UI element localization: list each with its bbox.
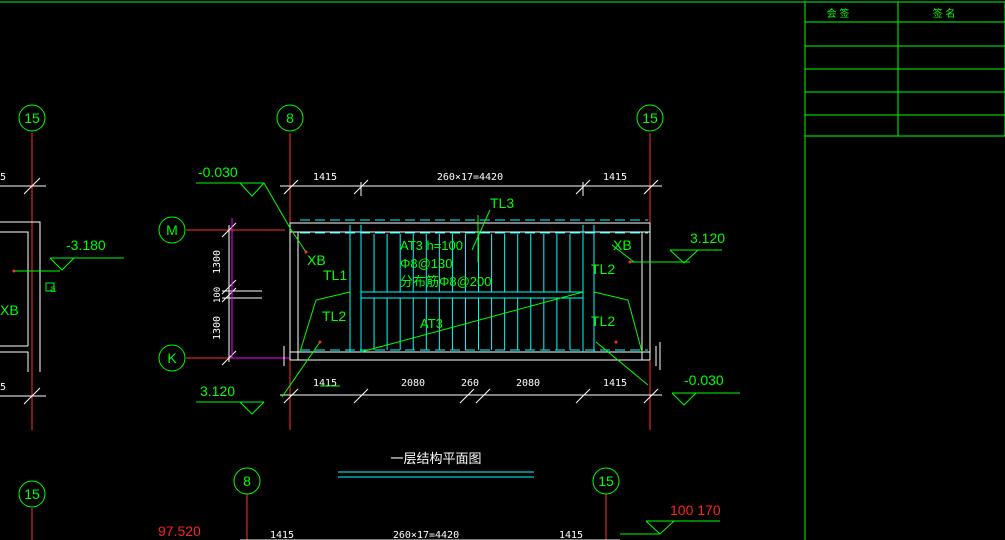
cad-drawing-canvas[interactable]: 会 签 签 名 15 8 15 M K 15 8 15 -3.180 a XB … (0, 0, 1005, 540)
left-partial-dim-bottom: 5 (0, 382, 6, 393)
title-block (804, 1, 1005, 137)
level-bottom-left-text: 3.120 (200, 383, 235, 399)
label-tl2-left[interactable]: TL2 (322, 308, 346, 324)
bottom-dim-2: 2080 (401, 378, 425, 389)
left-partial-dim-top: 5 (0, 172, 6, 183)
left-dim-3: 1300 (212, 316, 223, 340)
label-at3-diag[interactable]: AT3 (420, 316, 443, 331)
top-dim-3: 1415 (603, 172, 627, 183)
label-xb-left[interactable]: XB (307, 252, 326, 268)
left-partial-xb: XB (0, 302, 19, 318)
grid-bubble-row-m[interactable]: M (158, 216, 186, 244)
red-level-text-left: 97.520 (158, 523, 201, 539)
level-marker-bottom-right (671, 392, 740, 406)
grid-bubble-bottom-15[interactable]: 15 (592, 467, 620, 495)
label-tl3[interactable]: TL3 (490, 195, 514, 211)
grid-bubble-row-k[interactable]: K (158, 344, 186, 372)
title-block-header-countersign: 会 签 (827, 7, 850, 20)
level-right-text: 3.120 (690, 230, 725, 246)
drawing-border (0, 1, 1005, 540)
label-rebar-2: 分布筋Φ8@200 (400, 274, 492, 289)
left-level-text: -3.180 (66, 237, 106, 253)
drawing-title-underline (338, 471, 534, 478)
left-vertical-dimension (221, 222, 262, 366)
label-xb-right[interactable]: XB (613, 237, 632, 253)
svg-text:15: 15 (598, 473, 614, 489)
grid-bubble-top-15[interactable]: 15 (636, 104, 664, 132)
left-level-marker (14, 257, 124, 272)
lower-dim-3: 1415 (559, 530, 583, 540)
magenta-wall (231, 218, 290, 359)
grid-bubble-bottom-left[interactable]: 15 (18, 480, 46, 508)
left-dim-1: 1300 (212, 250, 223, 274)
svg-text:8: 8 (286, 110, 294, 126)
lower-level-marker (620, 520, 720, 535)
lower-dim-2: 260×17=4420 (393, 530, 459, 540)
bottom-dim-4: 2080 (516, 378, 540, 389)
grid-bubble-top-8[interactable]: 8 (276, 104, 304, 132)
svg-text:15: 15 (642, 110, 658, 126)
top-dim-1: 1415 (313, 172, 337, 183)
leader-lines (196, 182, 690, 398)
level-marker-top-left (196, 182, 265, 197)
svg-text:M: M (166, 222, 178, 238)
red-level-text-right: 100 170 (670, 502, 721, 518)
bottom-dim-1: 1415 (313, 378, 337, 389)
level-bottom-right-text: -0.030 (684, 372, 724, 388)
left-dim-2: 100 (213, 287, 223, 303)
drawing-title: 一层结构平面图 (390, 451, 481, 466)
grid-bubble-bottom-8[interactable]: 8 (233, 467, 261, 495)
bottom-dim-5: 1415 (603, 378, 627, 389)
label-tl2-right-bottom[interactable]: TL2 (591, 313, 615, 329)
left-partial-a: a (50, 284, 56, 295)
svg-text:K: K (167, 350, 177, 366)
lower-dim-1: 1415 (270, 530, 294, 540)
label-at3-top[interactable]: AT3 h=100 (400, 238, 463, 253)
label-tl1[interactable]: TL1 (323, 267, 347, 283)
level-top-left-text: -0.030 (198, 164, 238, 180)
label-tl2-right-top[interactable]: TL2 (591, 261, 615, 277)
svg-text:15: 15 (24, 486, 40, 502)
bottom-dim-3: 260 (461, 378, 479, 389)
level-marker-right (669, 249, 722, 264)
title-block-header-signature: 签 名 (933, 7, 956, 20)
level-marker-bottom-left (196, 401, 265, 415)
label-rebar-1: Φ8@130 (400, 256, 453, 271)
svg-text:8: 8 (243, 473, 251, 489)
svg-text:15: 15 (24, 110, 40, 126)
top-dim-2: 260×17=4420 (437, 172, 503, 183)
grid-bubble-top-left[interactable]: 15 (18, 104, 46, 132)
bottom-dimension-line (280, 388, 662, 404)
left-partial-plan (0, 177, 55, 405)
